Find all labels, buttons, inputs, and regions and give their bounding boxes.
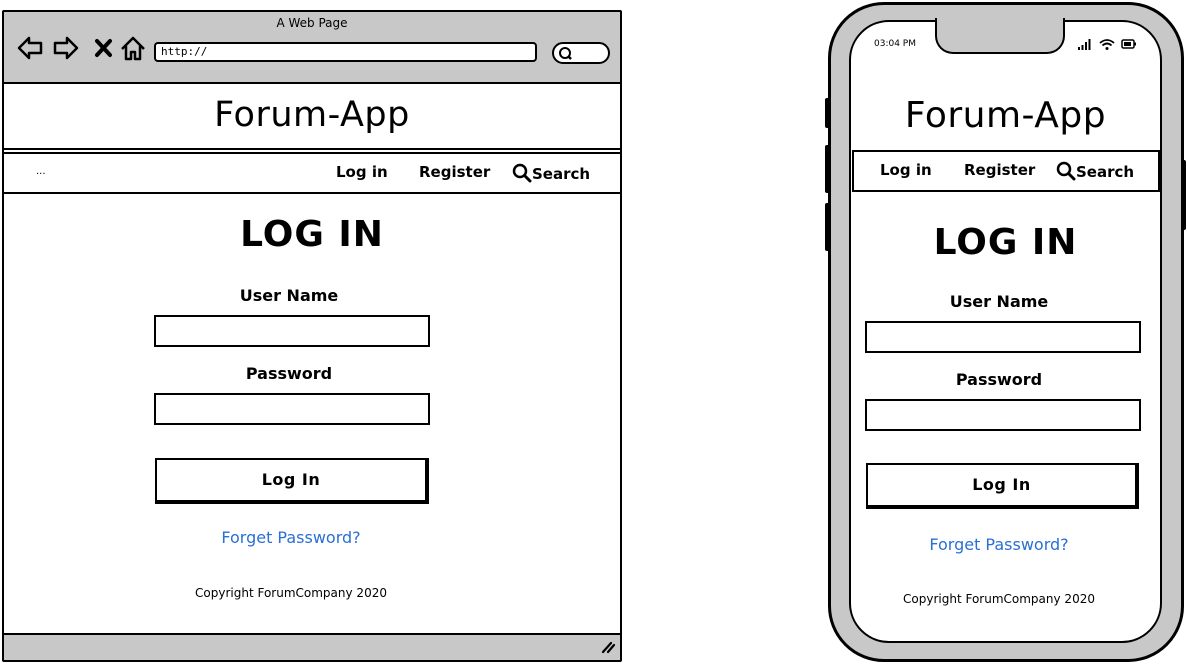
battery-icon [1121,39,1136,49]
signal-bars-icon [1078,39,1091,50]
password-label: Password [245,364,333,383]
login-heading: LOG IN [240,214,384,255]
forgot-password-link[interactable]: Forget Password? [141,528,441,547]
phone-site-nav: Log in Register Search [852,150,1160,192]
home-icon[interactable] [119,34,147,62]
search-icon [559,47,572,60]
phone-username-input[interactable] [865,321,1141,353]
search-icon [1056,161,1076,181]
status-icons [1078,39,1136,50]
phone-nav-register-link[interactable]: Register [964,161,1035,179]
browser-search-button[interactable] [552,42,610,64]
phone-volume-up-button [825,145,830,193]
password-input[interactable] [154,393,430,425]
phone-app-title: Forum-App [904,95,1107,136]
username-input[interactable] [154,315,430,347]
nav-register-link[interactable]: Register [419,163,490,181]
phone-username-label: User Name [949,292,1049,311]
browser-toolbar: A Web Page http:// [4,12,620,84]
browser-status-bar [4,633,620,660]
phone-power-button [1181,160,1186,230]
login-button[interactable]: Log In [155,458,429,504]
wifi-icon [1099,39,1115,50]
phone-copyright-text: Copyright ForumCompany 2020 [903,592,1095,606]
phone-notch [935,18,1065,54]
phone-side-button [825,98,830,128]
phone-login-heading: LOG IN [933,222,1078,263]
site-nav: ... Log in Register Search [4,152,620,194]
phone-login-button[interactable]: Log In [866,463,1139,509]
nav-search-label: Search [532,165,591,183]
url-input[interactable]: http:// [154,42,537,62]
window-title: A Web Page [276,16,348,30]
phone-site-header: Forum-App [849,95,1162,136]
phone-password-input[interactable] [865,399,1141,431]
close-x-icon[interactable] [90,34,118,62]
site-header: Forum-App [4,84,620,150]
app-title: Forum-App [214,95,410,135]
phone-nav-search-link[interactable]: Search [1056,161,1134,181]
phone-forgot-password-link[interactable]: Forget Password? [849,535,1149,554]
status-time: 03:04 PM [874,39,916,49]
nav-ellipsis: ... [36,166,46,177]
nav-search-link[interactable]: Search [512,163,590,183]
phone-nav-login-link[interactable]: Log in [880,161,932,179]
resize-grip-icon[interactable] [600,640,616,654]
phone-password-label: Password [955,370,1043,389]
nav-login-link[interactable]: Log in [336,163,388,181]
forward-arrow-icon[interactable] [52,34,80,62]
back-arrow-icon[interactable] [16,34,44,62]
search-icon [512,163,532,183]
phone-nav-search-label: Search [1076,163,1135,181]
username-label: User Name [239,286,339,305]
browser-window: A Web Page http:// Forum-App ... Log in … [2,10,622,662]
copyright-text: Copyright ForumCompany 2020 [195,586,387,600]
phone-volume-down-button [825,203,830,251]
